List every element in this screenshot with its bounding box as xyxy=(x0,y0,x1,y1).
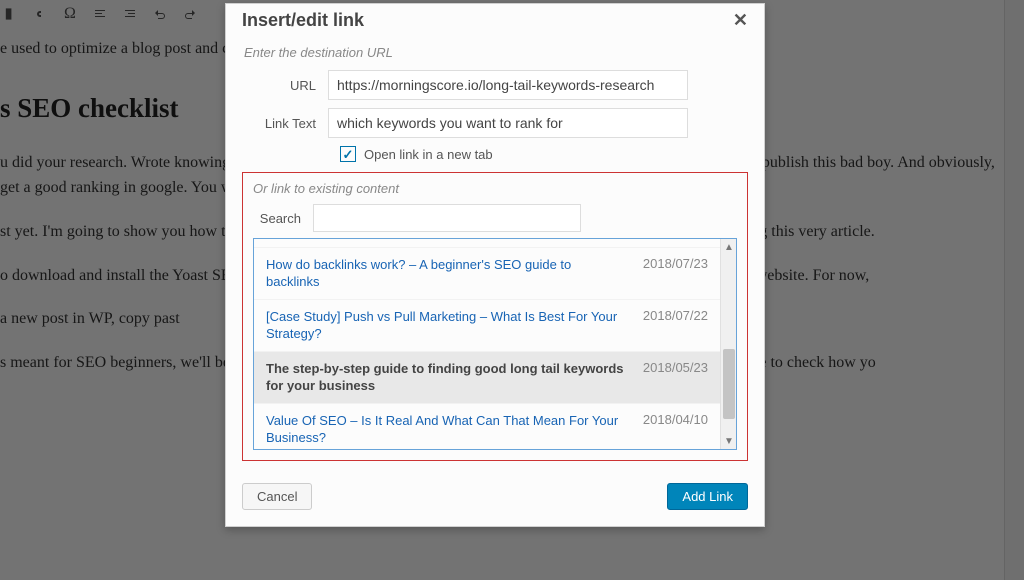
result-title: The step-by-step guide to finding good l… xyxy=(266,360,627,395)
results-scrollbar[interactable]: ▲ ▼ xyxy=(720,239,736,449)
scroll-down-icon[interactable]: ▼ xyxy=(721,433,737,449)
newtab-label: Open link in a new tab xyxy=(364,147,493,162)
url-label: URL xyxy=(242,78,328,93)
result-item[interactable]: [Case Study] Push vs Pull Marketing – Wh… xyxy=(254,300,720,352)
result-item[interactable]: Value Of SEO – Is It Real And What Can T… xyxy=(254,404,720,449)
search-results: 25 best SEO Tools Of 2018 [Infographic]2… xyxy=(253,238,737,450)
result-item[interactable]: How do backlinks work? – A beginner's SE… xyxy=(254,248,720,300)
linktext-input[interactable] xyxy=(328,108,688,138)
search-input[interactable] xyxy=(313,204,581,232)
result-title: Value Of SEO – Is It Real And What Can T… xyxy=(266,412,627,447)
newtab-checkbox[interactable]: ✓ xyxy=(340,146,356,162)
result-title: How do backlinks work? – A beginner's SE… xyxy=(266,256,627,291)
result-title: [Case Study] Push vs Pull Marketing – Wh… xyxy=(266,308,627,343)
modal-footer: Cancel Add Link xyxy=(226,471,764,526)
url-input[interactable] xyxy=(328,70,688,100)
section-label-url: Enter the destination URL xyxy=(244,45,748,60)
cancel-button[interactable]: Cancel xyxy=(242,483,312,510)
add-link-button[interactable]: Add Link xyxy=(667,483,748,510)
close-icon[interactable]: ✕ xyxy=(733,10,748,31)
scroll-up-icon[interactable]: ▲ xyxy=(721,239,737,255)
result-date: 2018/07/23 xyxy=(643,256,708,291)
linktext-label: Link Text xyxy=(242,116,328,131)
result-date: 2018/05/23 xyxy=(643,360,708,395)
modal-title: Insert/edit link xyxy=(242,10,364,31)
link-to-existing-section: Or link to existing content Search 25 be… xyxy=(242,172,748,461)
result-item[interactable]: 25 best SEO Tools Of 2018 [Infographic]2… xyxy=(254,239,720,248)
modal-header: Insert/edit link ✕ xyxy=(226,4,764,41)
scroll-thumb[interactable] xyxy=(723,349,735,419)
section-label-existing: Or link to existing content xyxy=(253,181,737,196)
insert-link-modal: Insert/edit link ✕ Enter the destination… xyxy=(225,3,765,527)
result-date: 2018/04/10 xyxy=(643,412,708,447)
result-date: 2018/07/22 xyxy=(643,308,708,343)
result-item[interactable]: The step-by-step guide to finding good l… xyxy=(254,352,720,404)
search-label: Search xyxy=(253,211,313,226)
